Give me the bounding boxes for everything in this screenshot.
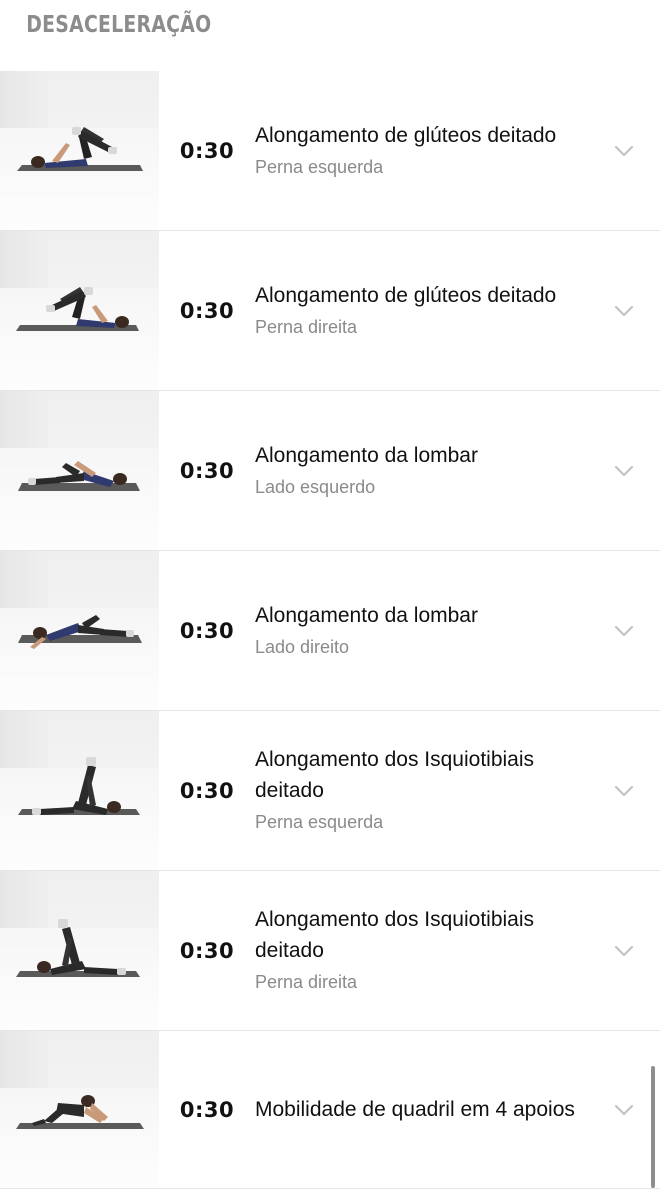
chevron-down-icon[interactable] bbox=[614, 625, 634, 637]
exercise-thumbnail bbox=[0, 231, 159, 390]
exercise-thumbnail bbox=[0, 871, 159, 1030]
exercise-title: Alongamento dos Isquiotibiais deitado bbox=[255, 908, 535, 962]
exercise-row[interactable]: 0:30 Mobilidade de quadril em 4 apoios bbox=[0, 1031, 660, 1189]
exercise-list: 0:30 Alongamento de glúteos deitado Pern… bbox=[0, 71, 660, 1189]
exercise-title: Alongamento da lombar bbox=[255, 443, 478, 467]
exercise-thumbnail bbox=[0, 711, 159, 870]
exercise-duration: 0:30 bbox=[179, 138, 235, 163]
lumbar-stretch-figure bbox=[18, 461, 140, 491]
glute-stretch-figure bbox=[16, 287, 139, 331]
exercise-thumbnail bbox=[0, 1031, 159, 1188]
exercise-subtitle: Perna esquerda bbox=[255, 812, 384, 832]
exercise-row[interactable]: 0:30 Alongamento dos Isquiotibiais deita… bbox=[0, 871, 660, 1031]
section-title: DESACELERAÇÃO bbox=[26, 12, 212, 38]
chevron-down-icon[interactable] bbox=[614, 945, 634, 957]
hip-mobility-figure bbox=[16, 1095, 144, 1129]
exercise-title: Alongamento de glúteos deitado bbox=[255, 283, 557, 307]
hamstring-stretch-figure bbox=[18, 757, 140, 815]
chevron-down-icon[interactable] bbox=[614, 465, 634, 477]
exercise-subtitle: Perna direita bbox=[255, 316, 358, 337]
exercise-subtitle: Lado direito bbox=[255, 636, 350, 657]
chevron-down-icon[interactable] bbox=[614, 145, 634, 157]
exercise-row[interactable]: 0:30 Alongamento dos Isquiotibiais deita… bbox=[0, 711, 660, 871]
exercise-subtitle: Perna esquerda bbox=[255, 156, 384, 177]
exercise-title: Alongamento de glúteos deitado bbox=[255, 123, 557, 147]
exercise-subtitle: Perna direita bbox=[255, 972, 358, 992]
exercise-duration: 0:30 bbox=[179, 458, 235, 483]
exercise-duration: 0:30 bbox=[179, 1097, 235, 1122]
exercise-duration: 0:30 bbox=[179, 778, 235, 803]
exercise-duration: 0:30 bbox=[179, 298, 235, 323]
exercise-row[interactable]: 0:30 Alongamento de glúteos deitado Pern… bbox=[0, 231, 660, 391]
exercise-row[interactable]: 0:30 Alongamento da lombar Lado esquerdo bbox=[0, 391, 660, 551]
hamstring-stretch-figure bbox=[16, 919, 140, 977]
exercise-duration: 0:30 bbox=[179, 618, 235, 643]
exercise-thumbnail bbox=[0, 391, 159, 550]
scrollbar[interactable] bbox=[651, 1066, 655, 1188]
exercise-subtitle: Lado esquerdo bbox=[255, 476, 376, 497]
glute-stretch-figure bbox=[17, 127, 143, 171]
chevron-down-icon[interactable] bbox=[614, 1104, 634, 1116]
lumbar-stretch-figure bbox=[18, 615, 142, 649]
exercise-duration: 0:30 bbox=[179, 938, 235, 963]
exercise-title: Alongamento dos Isquiotibiais deitado bbox=[255, 748, 535, 802]
chevron-down-icon[interactable] bbox=[614, 305, 634, 317]
chevron-down-icon[interactable] bbox=[614, 785, 634, 797]
exercise-title: Mobilidade de quadril em 4 apoios bbox=[255, 1098, 575, 1121]
exercise-row[interactable]: 0:30 Alongamento da lombar Lado direito bbox=[0, 551, 660, 711]
exercise-thumbnail bbox=[0, 551, 159, 710]
exercise-title: Alongamento da lombar bbox=[255, 603, 478, 627]
exercise-row[interactable]: 0:30 Alongamento de glúteos deitado Pern… bbox=[0, 71, 660, 231]
exercise-thumbnail bbox=[0, 71, 159, 230]
